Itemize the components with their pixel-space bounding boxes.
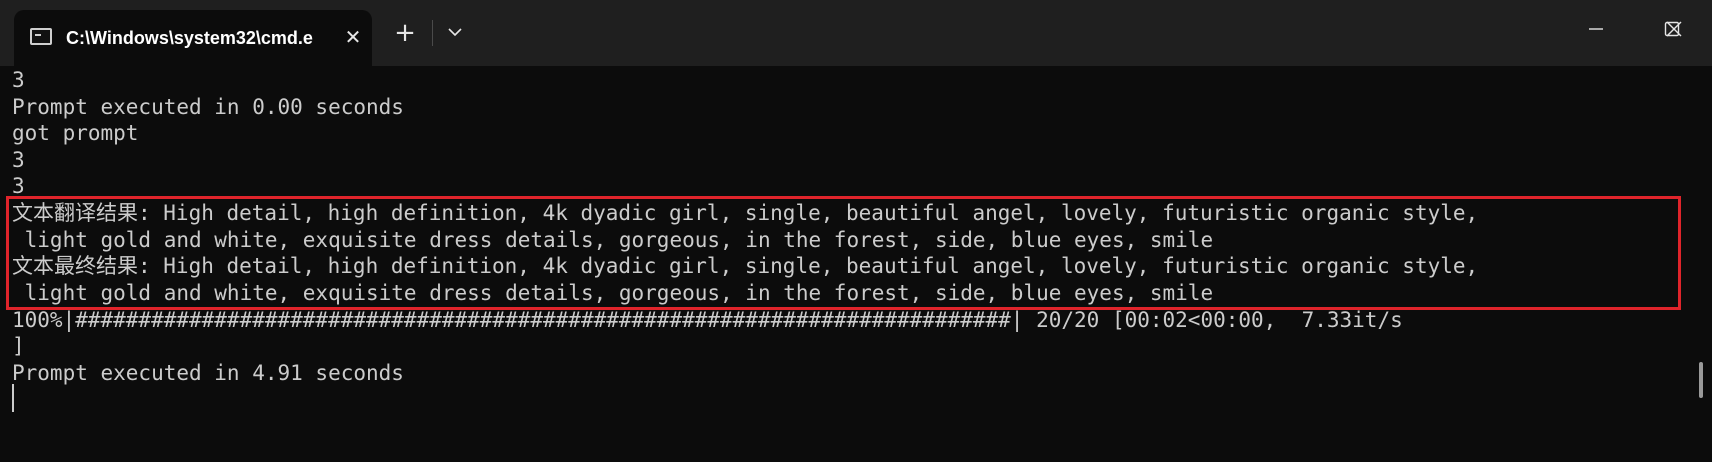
console-line: 3 — [12, 148, 25, 172]
console-line: Prompt executed in 0.00 seconds — [12, 95, 404, 119]
new-tab-button[interactable]: + — [390, 18, 420, 48]
text-cursor — [12, 384, 14, 412]
close-icon — [1666, 21, 1682, 37]
console-line: ] — [12, 334, 25, 358]
console-line: got prompt — [12, 121, 139, 145]
console-line: 3 — [12, 68, 25, 92]
console-line: Prompt executed in 4.91 seconds — [12, 361, 404, 385]
progress-line: 100%|###################################… — [12, 308, 1403, 332]
scrollbar-thumb[interactable] — [1699, 362, 1703, 398]
terminal-window: C:\Windows\system32\cmd.e ✕ + 3 Prompt e… — [0, 0, 1712, 462]
chevron-down-icon — [448, 28, 462, 37]
minimize-icon — [1589, 28, 1603, 30]
title-bar[interactable]: C:\Windows\system32\cmd.e ✕ + — [0, 0, 1712, 66]
close-control[interactable] — [1636, 0, 1712, 58]
console-output[interactable]: 3 Prompt executed in 0.00 seconds got pr… — [0, 66, 1712, 462]
terminal-icon — [30, 28, 52, 45]
highlight-box — [6, 196, 1681, 310]
tab-title: C:\Windows\system32\cmd.e — [66, 28, 313, 48]
minimize-button[interactable] — [1560, 0, 1636, 58]
tab-close-button[interactable]: ✕ — [340, 24, 366, 50]
tab-cmd[interactable]: C:\Windows\system32\cmd.e ✕ — [14, 10, 372, 66]
tab-dropdown-button[interactable] — [440, 18, 470, 48]
tab-separator — [432, 20, 433, 46]
